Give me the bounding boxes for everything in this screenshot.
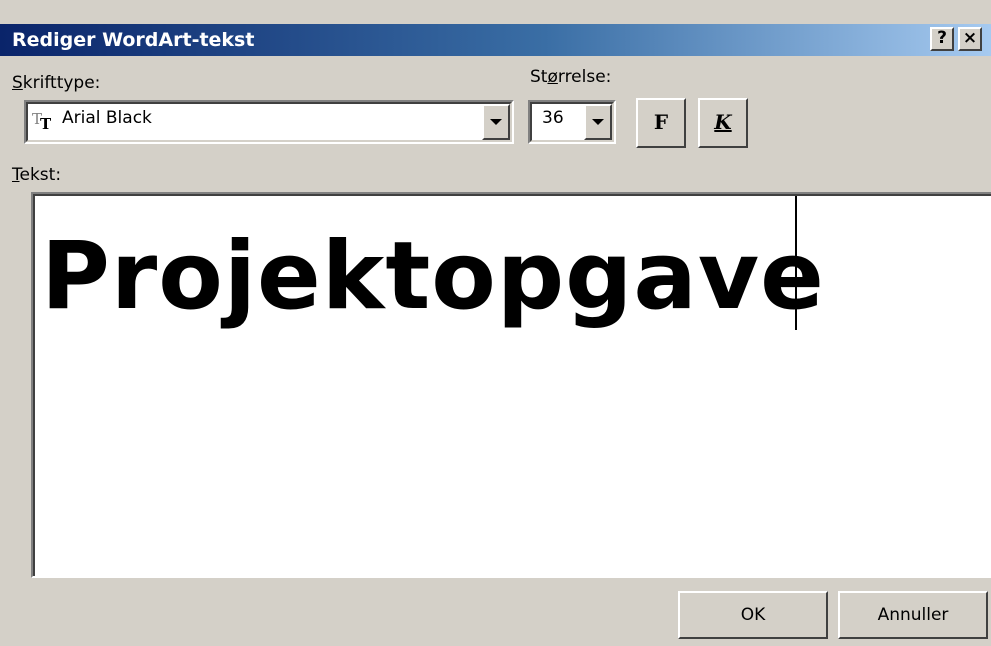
- font-combobox[interactable]: T T Arial Black: [24, 100, 514, 144]
- bold-button[interactable]: F: [636, 98, 686, 148]
- font-label-accel: S: [12, 73, 23, 93]
- ok-button[interactable]: OK: [678, 591, 828, 639]
- chevron-down-icon: [592, 119, 604, 125]
- text-label-accel: T: [12, 165, 20, 185]
- wordart-text-input[interactable]: Projektopgave: [31, 192, 991, 578]
- size-label-rest: rrelse:: [557, 67, 612, 87]
- wordart-dialog: Rediger WordArt-tekst ? × Skrifttype: St…: [0, 0, 991, 646]
- cancel-button[interactable]: Annuller: [838, 591, 988, 639]
- font-label: Skrifttype:: [12, 72, 100, 94]
- italic-button[interactable]: K: [698, 98, 748, 148]
- text-label: Tekst:: [12, 164, 61, 186]
- dialog-title: Rediger WordArt-tekst: [12, 29, 255, 51]
- truetype-font-icon: T T: [32, 110, 52, 131]
- size-combobox[interactable]: 36: [528, 100, 616, 144]
- size-label-pre: St: [530, 67, 548, 87]
- text-caret: [795, 196, 797, 330]
- svg-text:T: T: [40, 115, 52, 131]
- wordart-text-value: Projektopgave: [41, 222, 825, 331]
- size-label-accel: ø: [547, 67, 558, 87]
- size-label: Størrelse:: [530, 66, 611, 88]
- font-label-rest: krifttype:: [22, 73, 101, 93]
- close-button[interactable]: ×: [958, 27, 982, 51]
- help-button[interactable]: ?: [930, 27, 954, 51]
- size-dropdown-button[interactable]: [584, 104, 612, 140]
- font-value: Arial Black: [62, 108, 152, 128]
- size-value: 36: [542, 108, 564, 128]
- text-label-rest: ekst:: [19, 165, 62, 185]
- title-bar: Rediger WordArt-tekst ? ×: [0, 24, 991, 56]
- font-dropdown-button[interactable]: [482, 104, 510, 140]
- chevron-down-icon: [490, 119, 502, 125]
